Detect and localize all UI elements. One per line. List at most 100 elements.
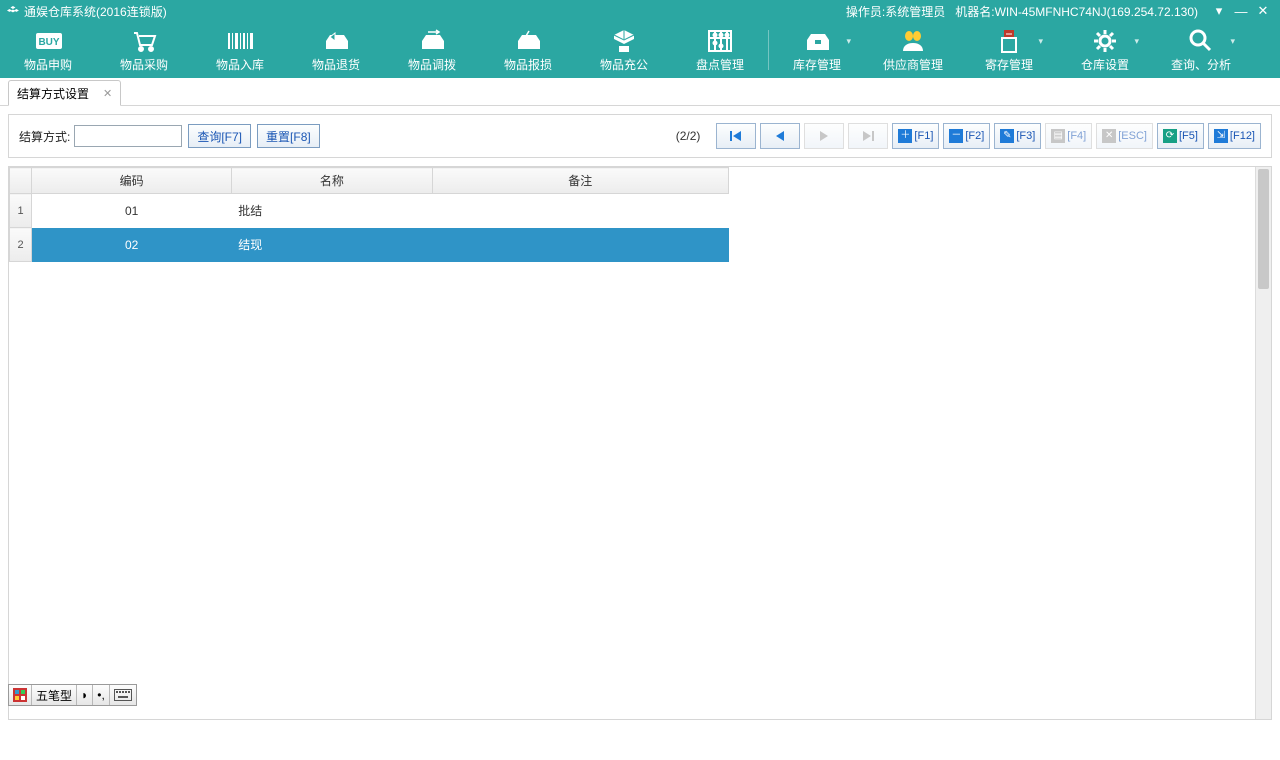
- table-row[interactable]: 202结现: [10, 228, 729, 262]
- chevron-down-icon: ▾: [1134, 36, 1139, 47]
- cell-remark: [432, 194, 728, 228]
- toolbar-deposit[interactable]: ▾ 寄存管理: [961, 22, 1057, 78]
- ime-toolbar[interactable]: 五笔型 ◗ •,: [8, 684, 137, 706]
- toolbar-label: 物品入库: [216, 56, 264, 73]
- vertical-scrollbar[interactable]: [1255, 167, 1271, 719]
- filter-panel: 结算方式: 查询[F7] 重置[F8] (2/2) ＋[F1] －[F2] ✎[…: [8, 114, 1272, 158]
- toolbar-label: 寄存管理: [985, 56, 1033, 73]
- cart-icon: [130, 28, 158, 54]
- deposit-icon: [995, 28, 1023, 54]
- stock-box-icon: [803, 28, 831, 54]
- col-remark[interactable]: 备注: [432, 168, 728, 194]
- save-button: ▤[F4]: [1045, 123, 1092, 149]
- f1-label: [F1]: [914, 130, 933, 142]
- toolbar-settings-gear[interactable]: ▾ 仓库设置: [1057, 22, 1153, 78]
- supplier-icon: [899, 28, 927, 54]
- tab-label: 结算方式设置: [17, 85, 89, 102]
- pencil-icon: ✎: [1000, 129, 1014, 143]
- titlebar: 通娱仓库系统(2016连锁版) 操作员:系统管理员 机器名:WIN-45MFNH…: [0, 0, 1280, 22]
- edit-button[interactable]: ✎[F3]: [994, 123, 1041, 149]
- search-analytics-icon: [1187, 28, 1215, 54]
- toolbar-label: 物品调拨: [408, 56, 456, 73]
- query-button[interactable]: 查询[F7]: [188, 124, 251, 148]
- f3-label: [F3]: [1016, 130, 1035, 142]
- toolbar-supplier[interactable]: 供应商管理: [865, 22, 961, 78]
- ime-punct-icon[interactable]: •,: [93, 685, 110, 705]
- refresh-button[interactable]: ⟳[F5]: [1157, 123, 1204, 149]
- toolbar-damage-box[interactable]: 物品报损: [480, 22, 576, 78]
- toolbar-label: 盘点管理: [696, 56, 744, 73]
- toolbar-label: 物品充公: [600, 56, 648, 73]
- cancel-button: ✕[ESC]: [1096, 123, 1153, 149]
- ime-halfwidth-icon[interactable]: ◗: [77, 685, 93, 705]
- refresh-icon: ⟳: [1163, 129, 1177, 143]
- cell-code: 01: [32, 194, 232, 228]
- record-counter: (2/2): [676, 129, 701, 143]
- toolbar-label: 供应商管理: [883, 56, 943, 73]
- close-button[interactable]: ✕: [1252, 3, 1274, 19]
- row-number: 2: [10, 228, 32, 262]
- toolbar-label: 物品申购: [24, 56, 72, 73]
- operator-value: 系统管理员: [885, 5, 945, 19]
- toolbar-buy[interactable]: BUY 物品申购: [0, 22, 96, 78]
- toolbar-label: 物品退货: [312, 56, 360, 73]
- return-box-icon: [322, 28, 350, 54]
- tab-settlement-mode[interactable]: 结算方式设置 ✕: [8, 80, 121, 106]
- ime-name[interactable]: 五笔型: [32, 685, 77, 705]
- settlement-mode-input[interactable]: [74, 125, 182, 147]
- f2-label: [F2]: [965, 130, 984, 142]
- abacus-icon: [706, 28, 734, 54]
- last-record-button: [848, 123, 888, 149]
- toolbar-barcode[interactable]: 物品入库: [192, 22, 288, 78]
- tabstrip: 结算方式设置 ✕: [0, 78, 1280, 106]
- grid-panel: 编码 名称 备注 101批结202结现: [8, 166, 1272, 720]
- next-record-button: [804, 123, 844, 149]
- toolbar-cart[interactable]: 物品采购: [96, 22, 192, 78]
- toolbar-stock-box[interactable]: ▾ 库存管理: [769, 22, 865, 78]
- save-icon: ▤: [1051, 129, 1065, 143]
- add-button[interactable]: ＋[F1]: [892, 123, 939, 149]
- tab-close-icon[interactable]: ✕: [103, 87, 112, 100]
- confiscate-box-icon: [610, 28, 638, 54]
- ime-logo-icon[interactable]: [9, 685, 32, 705]
- export-icon: ⇲: [1214, 129, 1228, 143]
- machine-info: 机器名:WIN-45MFNHC74NJ(169.254.72.130): [955, 3, 1198, 20]
- scrollbar-thumb[interactable]: [1258, 169, 1269, 289]
- f4-label: [F4]: [1067, 130, 1086, 142]
- minus-icon: －: [949, 129, 963, 143]
- ime-softkbd-icon[interactable]: [110, 685, 136, 705]
- reset-button[interactable]: 重置[F8]: [257, 124, 320, 148]
- f12-label: [F12]: [1230, 130, 1255, 142]
- export-button[interactable]: ⇲[F12]: [1208, 123, 1261, 149]
- toolbar-return-box[interactable]: 物品退货: [288, 22, 384, 78]
- data-grid[interactable]: 编码 名称 备注 101批结202结现: [9, 167, 729, 262]
- toolbar-label: 物品报损: [504, 56, 552, 73]
- buy-icon: BUY: [34, 28, 62, 54]
- plus-icon: ＋: [898, 129, 912, 143]
- first-record-button[interactable]: [716, 123, 756, 149]
- col-name[interactable]: 名称: [232, 168, 432, 194]
- table-row[interactable]: 101批结: [10, 194, 729, 228]
- row-header-blank: [10, 168, 32, 194]
- content-area: 结算方式: 查询[F7] 重置[F8] (2/2) ＋[F1] －[F2] ✎[…: [0, 106, 1280, 728]
- toolbar-search-analytics[interactable]: ▾查询、分析: [1153, 22, 1249, 78]
- toolbar-abacus[interactable]: 盘点管理: [672, 22, 768, 78]
- row-number: 1: [10, 194, 32, 228]
- toolbar-transfer-box[interactable]: 物品调拨: [384, 22, 480, 78]
- dropdown-menu-button[interactable]: ▾: [1208, 3, 1230, 19]
- chevron-down-icon: ▾: [1038, 36, 1043, 47]
- minimize-button[interactable]: —: [1230, 4, 1252, 19]
- toolbar-label: 物品采购: [120, 56, 168, 73]
- chevron-down-icon: ▾: [846, 36, 851, 47]
- toolbar-confiscate-box[interactable]: 物品充公: [576, 22, 672, 78]
- chevron-down-icon: ▾: [1230, 36, 1235, 47]
- cell-name: 结现: [232, 228, 432, 262]
- operator-info: 操作员:系统管理员: [846, 3, 945, 20]
- operator-label: 操作员:: [846, 5, 885, 19]
- col-code[interactable]: 编码: [32, 168, 232, 194]
- toolbar-label: 仓库设置: [1081, 56, 1129, 73]
- delete-button[interactable]: －[F2]: [943, 123, 990, 149]
- prev-record-button[interactable]: [760, 123, 800, 149]
- toolbar-label: 库存管理: [793, 56, 841, 73]
- main-toolbar: BUY 物品申购 物品采购 物品入库 物品退货 物品调拨 物品报损 物品充公 盘点管理 ▾ 库存管理…: [0, 22, 1280, 78]
